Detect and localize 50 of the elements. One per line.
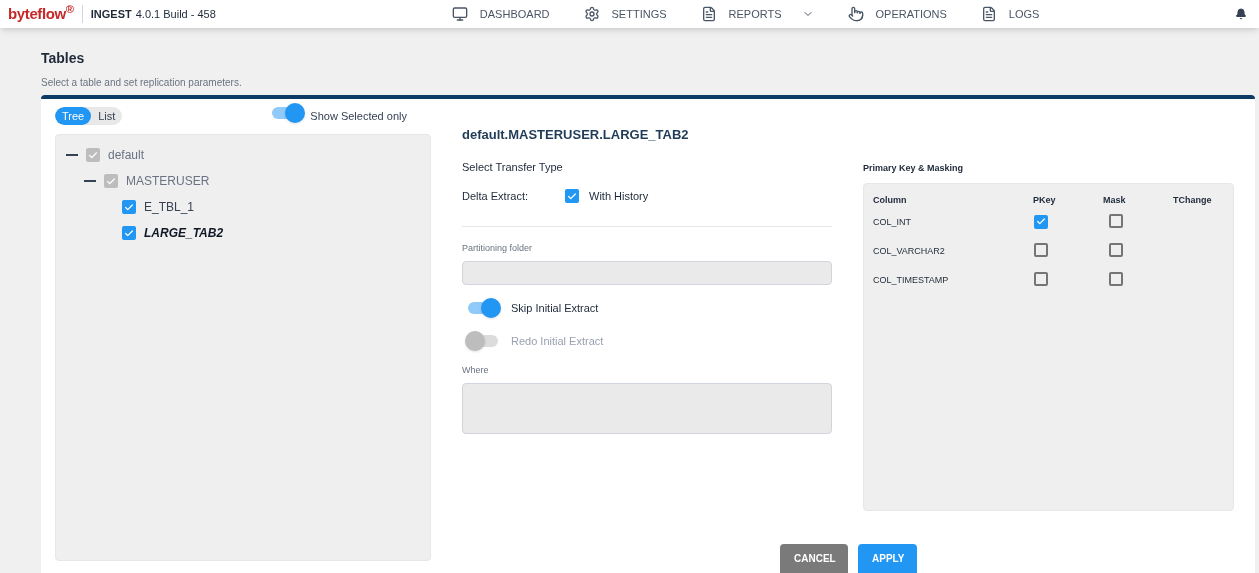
delta-label: Delta Extract: [462, 189, 530, 204]
check-icon [567, 190, 577, 202]
switch-label: Redo Initial Extract [511, 333, 604, 349]
section-title: Primary Key & Masking [863, 162, 965, 175]
pointer-icon [847, 6, 864, 22]
field-label: Partitioning folder [462, 241, 534, 255]
column-header: PKey [1033, 193, 1057, 207]
partitioning-folder-field[interactable] [462, 261, 832, 285]
nav-item[interactable]: OPERATIONS [847, 5, 947, 23]
where-field[interactable] [462, 382, 832, 434]
page-title: Tables [41, 49, 86, 68]
product-name: INGEST [90, 6, 132, 22]
checkbox[interactable] [1034, 242, 1048, 257]
cancel-button[interactable]: CANCEL [780, 544, 848, 573]
checkbox[interactable] [565, 189, 579, 204]
switch-label: Skip Initial Extract [511, 300, 599, 316]
monitor-icon [451, 6, 468, 22]
checkbox[interactable] [1034, 214, 1048, 229]
nav-item[interactable]: LOGS [980, 5, 1040, 23]
page-subtitle: Select a table and set replication parameters. [41, 76, 243, 90]
table-cell-text: COL_VARCHAR2 [873, 245, 946, 259]
check-icon [1036, 216, 1046, 227]
checkbox[interactable] [1109, 242, 1123, 257]
nav-item[interactable]: SETTINGS [583, 5, 667, 23]
column-header: Column [873, 193, 908, 207]
check-icon [106, 175, 116, 187]
checkbox-label: With History [589, 189, 649, 204]
checkbox[interactable] [1034, 271, 1048, 286]
column-header: Mask [1103, 193, 1127, 207]
view-tab[interactable]: List [91, 106, 123, 126]
check-icon [124, 201, 134, 213]
section-label: Select Transfer Type [462, 159, 564, 175]
document-icon [700, 6, 717, 22]
toggle-label: Show Selected only [310, 108, 407, 124]
notification-icon[interactable] [1235, 8, 1247, 20]
check-icon [124, 227, 134, 239]
version-label: 4.0.1 Build - 458 [135, 6, 216, 22]
nav-item[interactable]: REPORTS [700, 5, 814, 23]
field-label: Where [462, 364, 490, 377]
column-header: TChange [1173, 193, 1213, 207]
checkbox[interactable] [1109, 213, 1123, 228]
settings-icon [583, 6, 600, 22]
document-icon [980, 6, 997, 22]
checkbox[interactable] [1109, 271, 1123, 286]
nav-item[interactable]: DASHBOARD [451, 5, 550, 23]
table-cell-text: COL_TIMESTAMP [873, 274, 950, 288]
check-icon [88, 149, 98, 161]
table-cell-text: COL_INT [873, 216, 912, 230]
logo[interactable]: byteflow$^{®}$ [8, 2, 74, 26]
table-title: default.MASTERUSER.LARGE_TAB2 [462, 126, 690, 144]
